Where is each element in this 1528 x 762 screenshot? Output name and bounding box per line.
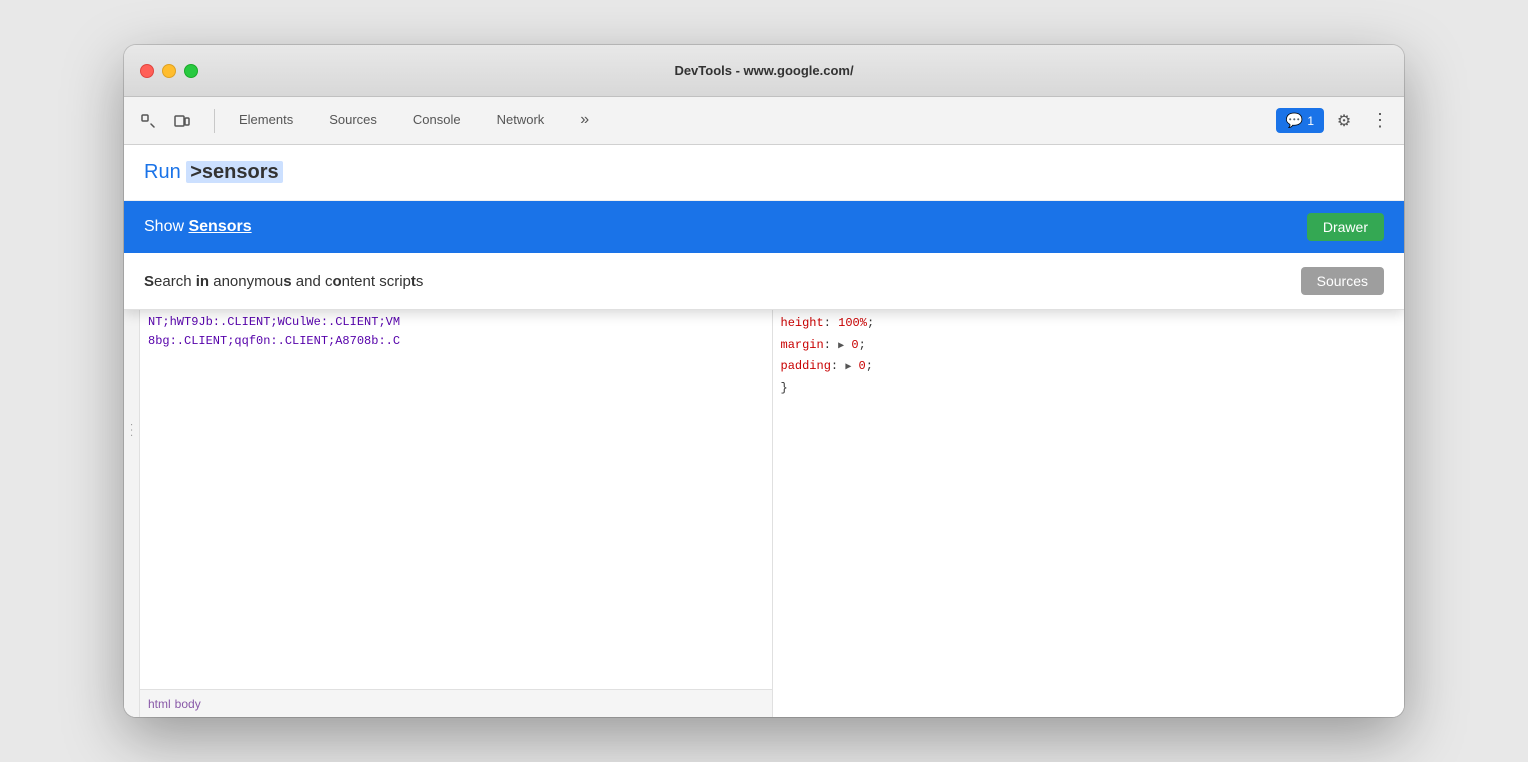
tab-more[interactable]: » — [564, 97, 605, 145]
command-query: >sensors — [186, 161, 282, 183]
command-input-row[interactable]: Run >sensors — [124, 145, 1404, 201]
title-bar: DevTools - www.google.com/ — [124, 45, 1404, 97]
breadcrumb-html[interactable]: html — [148, 697, 171, 711]
tab-console[interactable]: Console — [397, 97, 477, 145]
css-property-1: height — [781, 316, 824, 330]
css-line-1: height: 100%; — [781, 313, 1397, 335]
toolbar-right: 💬 1 ⚙ ⋮ — [1276, 105, 1396, 137]
css-value-3: 0 — [851, 359, 865, 373]
device-toggle-button[interactable] — [166, 105, 198, 137]
tab-elements[interactable]: Elements — [223, 97, 309, 145]
css-viewer: height: 100%; margin: ▶ 0; padding: ▶ 0;… — [773, 305, 1405, 717]
dom-viewer: NT;hWT9Jb:.CLIENT;WCulWe:.CLIENT;VM 8bg:… — [140, 305, 772, 689]
toolbar-left-icons — [132, 105, 198, 137]
window-title: DevTools - www.google.com/ — [674, 63, 853, 78]
toolbar-divider — [214, 109, 215, 133]
command-result-2-text: Search in anonymous and content scripts — [144, 273, 423, 290]
command-result-1[interactable]: Show Sensors Drawer — [124, 201, 1404, 253]
run-prefix: Run — [144, 161, 186, 183]
css-closing-brace: } — [781, 378, 1397, 400]
main-content-area: Run >sensors Show Sensors Drawer Search … — [124, 145, 1404, 717]
command-result-2[interactable]: Search in anonymous and content scripts … — [124, 253, 1404, 309]
css-property-3: padding — [781, 359, 831, 373]
breadcrumb: html body — [140, 689, 772, 717]
css-value-1: 100% — [838, 316, 867, 330]
messages-badge-button[interactable]: 💬 1 — [1276, 108, 1324, 133]
settings-button[interactable]: ⚙ — [1328, 105, 1360, 137]
css-property-2: margin — [781, 338, 824, 352]
minimize-button[interactable] — [162, 64, 176, 78]
kebab-menu-button[interactable]: ⋮ — [1364, 105, 1396, 137]
traffic-lights — [140, 64, 198, 78]
sources-badge[interactable]: Sources — [1301, 267, 1384, 295]
css-line-2: margin: ▶ 0; — [781, 335, 1397, 357]
devtools-window: DevTools - www.google.com/ — [124, 45, 1404, 717]
command-result-1-text: Show Sensors — [144, 218, 252, 236]
dom-line-2: 8bg:.CLIENT;qqf0n:.CLIENT;A8708b:.C — [148, 332, 764, 351]
css-line-3: padding: ▶ 0; — [781, 356, 1397, 378]
tab-sources[interactable]: Sources — [313, 97, 393, 145]
devtools-content: Elements Sources Console Network » 💬 1 — [124, 97, 1404, 717]
css-value-2: 0 — [844, 338, 858, 352]
tab-network[interactable]: Network — [481, 97, 561, 145]
close-button[interactable] — [140, 64, 154, 78]
maximize-button[interactable] — [184, 64, 198, 78]
devtools-toolbar: Elements Sources Console Network » 💬 1 — [124, 97, 1404, 145]
command-palette: Run >sensors Show Sensors Drawer Search … — [124, 145, 1404, 310]
breadcrumb-body[interactable]: body — [175, 697, 201, 711]
inspect-element-button[interactable] — [132, 105, 164, 137]
dom-line-1: NT;hWT9Jb:.CLIENT;WCulWe:.CLIENT;VM — [148, 313, 764, 332]
drawer-badge[interactable]: Drawer — [1307, 213, 1384, 241]
